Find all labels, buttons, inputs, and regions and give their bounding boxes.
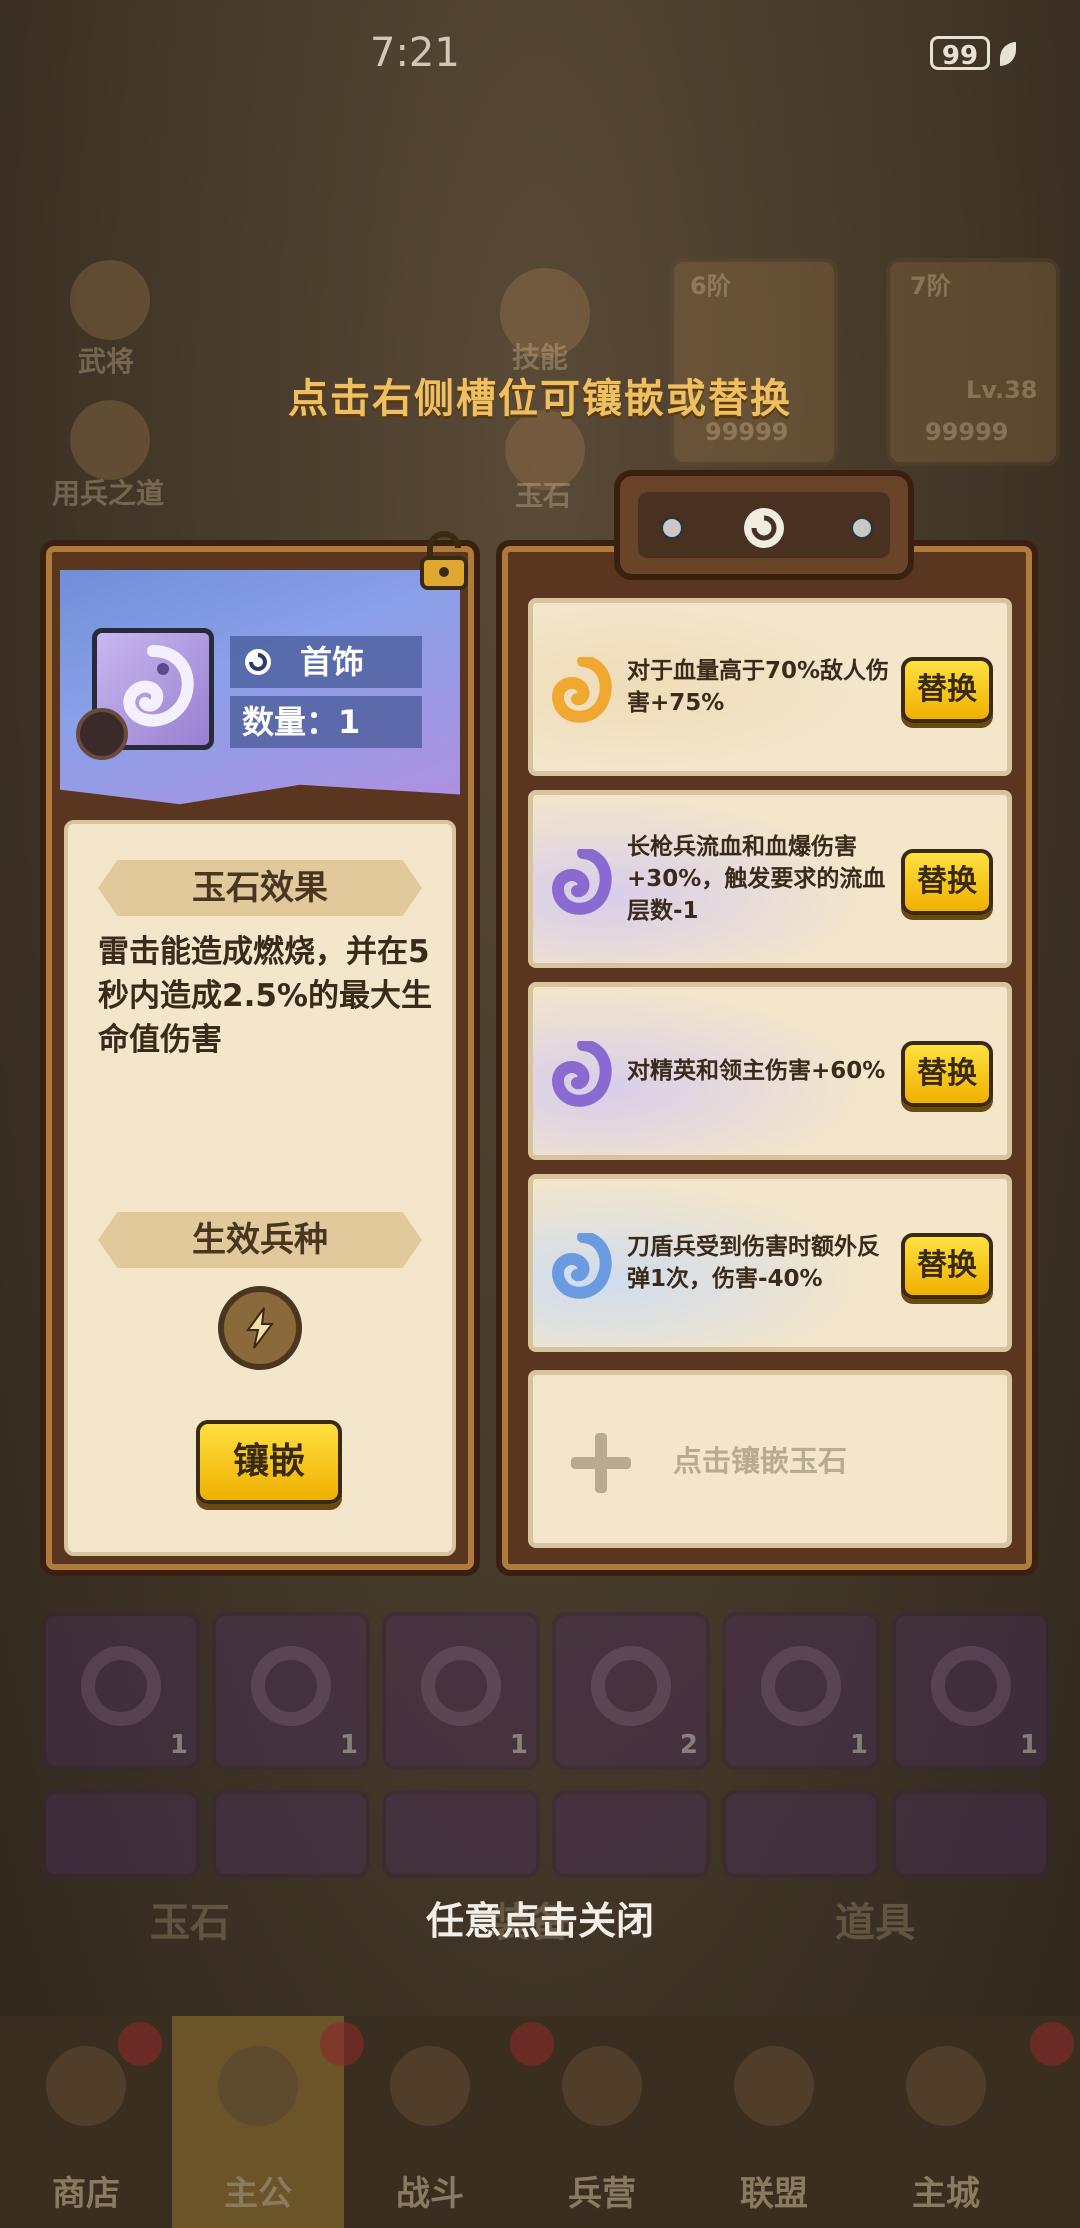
unit-type-title: 生效兵种 [98,1212,422,1268]
item-count-label: 数量：1 [242,703,361,741]
jade-label: 玉石 [515,479,572,512]
inlay-button[interactable]: 镶嵌 [196,1420,342,1504]
tactics-label: 用兵之道 [52,477,165,510]
gem-slot [382,1790,540,1878]
alliance-icon [734,2046,814,2126]
instruction-text: 点击右侧槽位可镶嵌或替换 [288,376,792,422]
leaf-icon [1000,42,1016,66]
empty-slot-label: 点击镶嵌玉石 [673,1444,848,1478]
notification-badge-icon [1030,2022,1074,2066]
item-count-tag: 数量：1 [230,696,422,748]
replace-button[interactable]: 替换 [901,1041,993,1107]
bottom-nav: 商店 主公 战斗 兵营 联盟 主城 [0,2016,1080,2228]
jade-slot-2[interactable]: 长枪兵流血和血爆伤害+30%，触发要求的流血层数-1 替换 [528,790,1012,968]
card-tier-1: 6阶 [690,272,731,300]
jade-slot-empty[interactable]: 点击镶嵌玉石 [528,1370,1012,1548]
gem-slot [42,1790,200,1878]
plus-icon [571,1433,631,1493]
gem-slot: 1 [382,1612,540,1770]
jade-slot-1[interactable]: 对于血量高于70%敌人伤害+75% 替换 [528,598,1012,776]
gem-slot: 1 [722,1612,880,1770]
gem-slot: 2 [552,1612,710,1770]
lord-icon [218,2046,298,2126]
unlock-icon[interactable] [412,530,476,594]
bolt-icon [660,516,684,540]
item-type-tag: 首饰 [230,636,422,688]
accessory-icon [245,649,271,675]
city-icon [906,2046,986,2126]
gem-slot [892,1790,1050,1878]
accessory-badge-icon [76,708,128,760]
gold-jade-icon [552,657,612,723]
gem-slot [552,1790,710,1878]
battery-icon: 99 [930,36,990,71]
replace-button[interactable]: 替换 [901,849,993,915]
item-type-label: 首饰 [300,643,365,681]
slot-description: 对精英和领主伤害+60% [627,1058,886,1084]
blue-jade-icon [552,1233,612,1299]
shop-icon [46,2046,126,2126]
replace-button[interactable]: 替换 [901,1233,993,1299]
bolt-icon [850,516,874,540]
slot-description: 长枪兵流血和血爆伤害+30%，触发要求的流血层数-1 [627,834,886,924]
slot-description: 对于血量高于70%敌人伤害+75% [627,658,890,716]
gem-slot [212,1790,370,1878]
card-tier-2: 7阶 [910,272,951,300]
gem-slot: 1 [42,1612,200,1770]
gem-slot: 1 [892,1612,1050,1770]
slot-description: 刀盾兵受到伤害时额外反弹1次，伤害-40% [627,1234,880,1292]
effect-title: 玉石效果 [98,860,422,916]
accessory-icon [744,508,784,548]
purple-jade-icon [552,849,612,915]
general-icon [70,260,150,340]
effect-description: 雷击能造成燃烧，并在5秒内造成2.5%的最大生命值伤害 [98,934,432,1058]
close-hint[interactable]: 任意点击关闭 [0,1890,1080,1945]
purple-jade-icon [552,1041,612,1107]
battle-icon [390,2046,470,2126]
status-bar: 7:21 99 [0,0,1080,110]
gem-slot: 1 [212,1612,370,1770]
nav-alliance[interactable]: 联盟 [688,2016,864,2228]
barracks-icon [562,2046,642,2126]
jade-slot-4[interactable]: 刀盾兵受到伤害时额外反弹1次，伤害-40% 替换 [528,1174,1012,1352]
nav-battle[interactable]: 战斗 [344,2016,520,2228]
gem-slot [722,1790,880,1878]
slots-header [614,470,914,580]
clock: 7:21 [370,30,460,76]
notification-badge-icon [118,2022,162,2066]
replace-button[interactable]: 替换 [901,657,993,723]
jade-slot-3[interactable]: 对精英和领主伤害+60% 替换 [528,982,1012,1160]
lightning-unit-icon [218,1286,302,1370]
notification-badge-icon [320,2022,364,2066]
notification-badge-icon [510,2022,554,2066]
